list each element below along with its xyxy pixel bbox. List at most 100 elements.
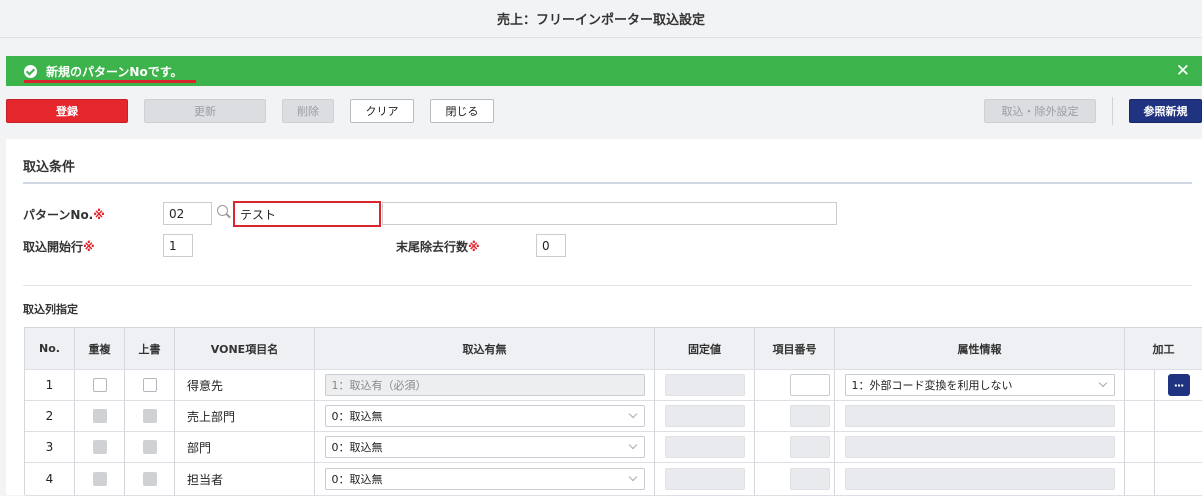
item-number-cell bbox=[755, 401, 835, 431]
table-row: 4 担当者 0：取込無 bbox=[25, 463, 1202, 496]
required-mark: ※ bbox=[83, 240, 95, 254]
chevron-down-icon bbox=[628, 409, 637, 419]
close-button[interactable]: 閉じる bbox=[430, 99, 494, 123]
fixed-value-cell bbox=[655, 432, 755, 462]
duplicate-checkbox[interactable] bbox=[92, 378, 107, 392]
import-conditions-panel: 取込条件 パターンNo.※ 02 テスト 取込開始行※ 1 末尾除去行数※ 0 … bbox=[6, 139, 1202, 496]
item-number-input[interactable] bbox=[789, 374, 830, 396]
fixed-value-input bbox=[664, 374, 745, 396]
pattern-no-input[interactable]: 02 bbox=[163, 202, 212, 225]
vone-item-name: 得意先 bbox=[175, 370, 315, 400]
import-select-value: 0：取込無 bbox=[331, 441, 383, 454]
import-select-value: 0：取込無 bbox=[331, 410, 383, 423]
header-process: 加工 bbox=[1125, 328, 1202, 369]
process-cell bbox=[1155, 463, 1202, 495]
item-number-input bbox=[789, 405, 830, 427]
process-cell bbox=[1155, 401, 1202, 431]
process-spacer bbox=[1125, 463, 1155, 495]
import-select-cell: 0：取込無 bbox=[315, 432, 655, 462]
process-spacer bbox=[1125, 432, 1155, 462]
pattern-name-input[interactable]: テスト bbox=[233, 201, 381, 227]
page-title: 売上：フリーインポーター取込設定 bbox=[0, 0, 1202, 38]
import-select[interactable]: 0：取込無 bbox=[324, 436, 645, 458]
attribute-select-cell bbox=[835, 463, 1125, 495]
attribute-select bbox=[844, 405, 1115, 427]
header-fixed-value: 固定値 bbox=[655, 328, 755, 369]
item-number-input bbox=[789, 468, 830, 490]
process-cell: ··· bbox=[1155, 370, 1202, 400]
fixed-value-cell bbox=[655, 463, 755, 495]
success-alert: 新規のパターンNoです。 ✕ bbox=[6, 56, 1202, 86]
row-no: 2 bbox=[25, 401, 75, 431]
header-overwrite: 上書 bbox=[125, 328, 175, 369]
overwrite-checkbox bbox=[142, 409, 157, 423]
row-no: 4 bbox=[25, 463, 75, 495]
vone-item-name: 担当者 bbox=[175, 463, 315, 495]
header-item-number: 項目番号 bbox=[755, 328, 835, 369]
more-options-button[interactable]: ··· bbox=[1167, 374, 1190, 396]
attribute-select-cell: 1：外部コード変換を利用しない bbox=[835, 370, 1125, 400]
import-select[interactable]: 0：取込無 bbox=[324, 468, 645, 490]
required-mark: ※ bbox=[468, 240, 480, 254]
section-divider-2 bbox=[23, 285, 1192, 286]
start-row-input[interactable]: 1 bbox=[163, 234, 193, 257]
pattern-name-input-extension[interactable] bbox=[382, 202, 837, 225]
header-no: No. bbox=[25, 328, 75, 369]
overwrite-checkbox-cell bbox=[125, 463, 175, 495]
duplicate-checkbox bbox=[92, 472, 107, 486]
toolbar-divider bbox=[1112, 97, 1113, 125]
item-number-cell bbox=[755, 370, 835, 400]
start-row-label: 取込開始行※ bbox=[23, 238, 95, 255]
import-select: 1：取込有（必須） bbox=[324, 374, 645, 396]
trailing-rows-input[interactable]: 0 bbox=[536, 234, 566, 257]
fixed-value-input bbox=[664, 468, 745, 490]
overwrite-checkbox[interactable] bbox=[142, 378, 157, 392]
chevron-down-icon bbox=[1098, 378, 1107, 388]
duplicate-checkbox-cell bbox=[75, 370, 125, 400]
duplicate-checkbox-cell bbox=[75, 432, 125, 462]
duplicate-checkbox bbox=[92, 409, 107, 423]
alert-message: 新規のパターンNoです。 bbox=[46, 64, 183, 79]
attribute-select[interactable]: 1：外部コード変換を利用しない bbox=[844, 374, 1115, 396]
clear-button[interactable]: クリア bbox=[350, 99, 414, 123]
import-select[interactable]: 0：取込無 bbox=[324, 405, 645, 427]
item-number-cell bbox=[755, 463, 835, 495]
table-row: 1 得意先 1：取込有（必須） 1：外部コード変換を利用しない ··· bbox=[25, 370, 1202, 401]
search-icon[interactable] bbox=[217, 205, 228, 216]
table-header-row: No. 重複 上書 VONE項目名 取込有無 固定値 項目番号 属性情報 加工 bbox=[25, 328, 1202, 370]
close-icon[interactable]: ✕ bbox=[1176, 61, 1190, 81]
process-cell bbox=[1155, 432, 1202, 462]
duplicate-checkbox-cell bbox=[75, 463, 125, 495]
import-exclude-settings-button[interactable]: 取込・除外設定 bbox=[984, 99, 1096, 123]
process-spacer bbox=[1125, 370, 1155, 400]
table-row: 2 売上部門 0：取込無 bbox=[25, 401, 1202, 432]
table-row: 3 部門 0：取込無 bbox=[25, 432, 1202, 463]
fixed-value-input bbox=[664, 436, 745, 458]
attribute-select bbox=[844, 436, 1115, 458]
import-select-cell: 0：取込無 bbox=[315, 463, 655, 495]
required-mark: ※ bbox=[93, 208, 105, 222]
process-spacer bbox=[1125, 401, 1155, 431]
trailing-rows-label-text: 末尾除去行数 bbox=[396, 240, 469, 254]
delete-button[interactable]: 削除 bbox=[282, 99, 334, 123]
header-duplicate: 重複 bbox=[75, 328, 125, 369]
import-select-cell: 0：取込無 bbox=[315, 401, 655, 431]
header-attribute: 属性情報 bbox=[835, 328, 1125, 369]
overwrite-checkbox-cell bbox=[125, 370, 175, 400]
overwrite-checkbox-cell bbox=[125, 401, 175, 431]
overwrite-checkbox-cell bbox=[125, 432, 175, 462]
pattern-no-label: パターンNo.※ bbox=[23, 206, 105, 223]
attribute-select-cell bbox=[835, 432, 1125, 462]
reference-new-button[interactable]: 参照新規 bbox=[1129, 99, 1202, 123]
row-no: 3 bbox=[25, 432, 75, 462]
update-button[interactable]: 更新 bbox=[144, 99, 266, 123]
item-number-cell bbox=[755, 432, 835, 462]
section-title: 取込条件 bbox=[23, 160, 76, 175]
register-button[interactable]: 登録 bbox=[6, 99, 128, 123]
overwrite-checkbox bbox=[142, 440, 157, 454]
import-select-cell: 1：取込有（必須） bbox=[315, 370, 655, 400]
alert-underline-annotation bbox=[24, 80, 196, 83]
fixed-value-input bbox=[664, 405, 745, 427]
duplicate-checkbox-cell bbox=[75, 401, 125, 431]
row-no: 1 bbox=[25, 370, 75, 400]
